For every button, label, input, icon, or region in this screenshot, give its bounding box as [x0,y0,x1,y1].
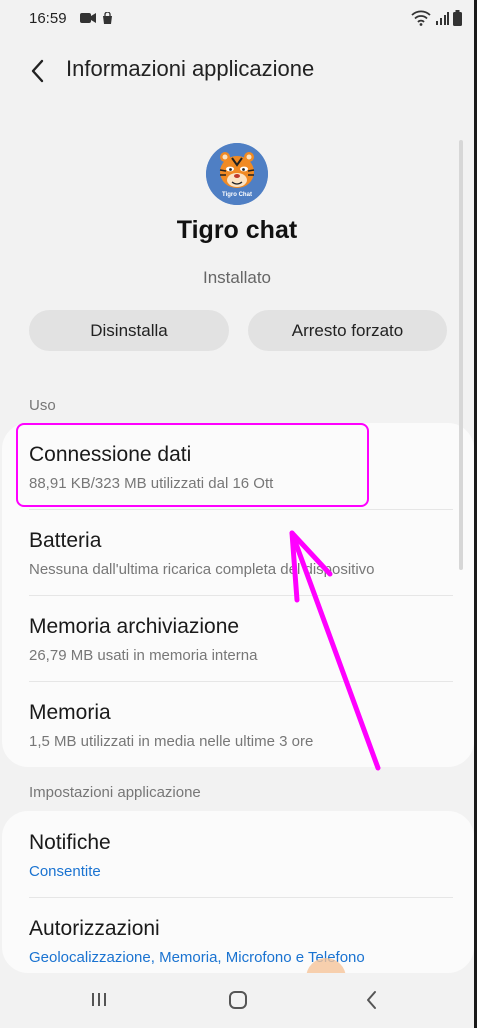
usage-card: Connessione dati 88,91 KB/323 MB utilizz… [2,423,474,767]
home-button[interactable] [223,987,253,1013]
video-camera-icon [80,13,96,23]
status-time: 16:59 [29,10,67,27]
scrollbar[interactable] [459,140,463,570]
app-name: Tigro chat [176,216,298,244]
item-subtitle: Nessuna dall'ultima ricarica completa de… [29,561,375,578]
item-subtitle: Consentite [29,863,101,880]
back-button[interactable] [26,56,52,86]
page-title: Informazioni applicazione [66,56,315,81]
app-icon-caption: Tigro Chat [222,192,252,198]
usage-section-label: Uso [29,397,56,414]
list-item-storage[interactable]: Memoria archiviazione 26,79 MB usati in … [2,595,474,681]
battery-icon [453,10,462,26]
uninstall-button[interactable]: Disinstalla [29,310,229,351]
list-item-permissions[interactable]: Autorizzazioni Geolocalizzazione, Memori… [2,897,474,983]
signal-icon [436,12,449,25]
item-title: Memoria [29,701,111,724]
list-item-data-usage[interactable]: Connessione dati 88,91 KB/323 MB utilizz… [2,423,474,509]
wifi-icon [411,10,431,26]
list-item-memory[interactable]: Memoria 1,5 MB utilizzati in media nelle… [2,681,474,767]
list-item-battery[interactable]: Batteria Nessuna dall'ultima ricarica co… [2,509,474,595]
nav-back-button[interactable] [357,987,387,1013]
list-item-notifications[interactable]: Notifiche Consentite [2,811,474,897]
install-status: Installato [202,268,272,287]
navigation-bar [0,973,474,1028]
app-settings-section-label: Impostazioni applicazione [29,784,201,801]
item-title: Autorizzazioni [29,917,160,940]
home-icon [229,991,247,1009]
item-subtitle: 26,79 MB usati in memoria interna [29,647,258,664]
app-info-screen: 16:59 Informazioni applicazione Tigro Ch… [0,0,474,1028]
item-subtitle: 1,5 MB utilizzati in media nelle ultime … [29,733,314,750]
shopping-bag-icon [103,12,112,24]
item-subtitle: 88,91 KB/323 MB utilizzati dal 16 Ott [29,475,274,492]
back-arrow-icon [31,59,44,83]
item-title: Notifiche [29,831,111,854]
item-title: Connessione dati [29,443,192,466]
item-title: Memoria archiviazione [29,615,240,638]
recent-apps-icon [92,993,106,1006]
app-icon: Tigro Chat [206,143,268,205]
recent-apps-button[interactable] [84,987,114,1013]
force-stop-button[interactable]: Arresto forzato [248,310,447,351]
settings-card: Notifiche Consentite Autorizzazioni Geol… [2,811,474,973]
item-title: Batteria [29,529,102,552]
nav-back-icon [367,991,376,1009]
status-bar: 16:59 [0,0,474,40]
